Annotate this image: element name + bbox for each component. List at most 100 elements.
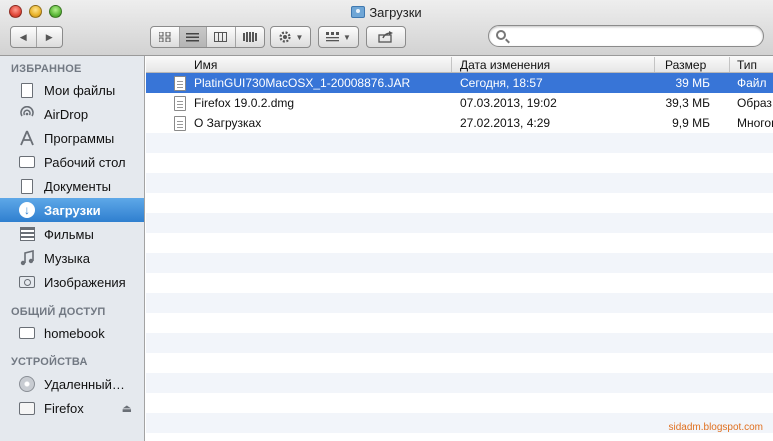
sidebar-header-favorites: ИЗБРАННОЕ bbox=[11, 63, 82, 75]
sidebar-item-label: Firefox bbox=[44, 400, 84, 416]
coverflow-view-button[interactable] bbox=[236, 27, 264, 47]
watermark-text: sidadm.blogspot.com bbox=[668, 422, 764, 433]
back-arrow-icon: ◀ bbox=[19, 31, 27, 42]
file-list: Имя Дата изменения Размер Тип PlatinGUI7… bbox=[146, 56, 773, 441]
sidebar-item-airdrop[interactable]: AirDrop bbox=[0, 102, 144, 126]
column-header-size[interactable]: Размер bbox=[665, 58, 706, 72]
finder-window: Загрузки ◀ ▶ ▼ ▼ ИЗБРАННОЕ Мои файлы Air… bbox=[0, 0, 773, 441]
back-button[interactable]: ◀ bbox=[11, 27, 37, 47]
file-date: 27.02.2013, 4:29 bbox=[460, 116, 551, 130]
sidebar-item-movies[interactable]: Фильмы bbox=[0, 222, 144, 246]
icon-view-icon bbox=[158, 32, 171, 42]
sidebar-item-label: AirDrop bbox=[44, 106, 89, 122]
file-size: 9,9 МБ bbox=[672, 116, 710, 130]
drive-icon bbox=[18, 400, 36, 416]
dmg-file-icon bbox=[174, 96, 186, 111]
sidebar-item-label: Фильмы bbox=[44, 226, 94, 242]
downloads-icon: ↓ bbox=[18, 202, 36, 218]
downloads-folder-icon bbox=[351, 6, 366, 18]
remote-disc-icon bbox=[18, 376, 36, 392]
sidebar-item-label: Изображения bbox=[44, 274, 126, 290]
sidebar-item-label: Рабочий стол bbox=[44, 154, 126, 170]
documents-icon bbox=[18, 178, 36, 194]
empty-row bbox=[146, 333, 773, 353]
icon-view-button[interactable] bbox=[151, 27, 180, 47]
file-kind: Образ bbox=[737, 96, 772, 110]
sidebar-item-documents[interactable]: Документы bbox=[0, 174, 144, 198]
sidebar-item-all-files[interactable]: Мои файлы bbox=[0, 78, 144, 102]
view-mode-control bbox=[150, 26, 265, 48]
arrange-grid-icon bbox=[326, 32, 340, 42]
toolbar: Загрузки ◀ ▶ ▼ ▼ bbox=[0, 0, 773, 56]
sidebar-item-remote-disc[interactable]: Удаленный… bbox=[0, 372, 144, 396]
gear-icon bbox=[278, 31, 291, 43]
sidebar-item-downloads[interactable]: ↓ Загрузки bbox=[0, 198, 144, 222]
sidebar-header-devices: УСТРОЙСТВА bbox=[11, 356, 88, 368]
computer-icon bbox=[18, 325, 36, 341]
forward-button[interactable]: ▶ bbox=[37, 27, 62, 47]
sidebar-item-label: Удаленный… bbox=[44, 376, 125, 392]
column-header-kind[interactable]: Тип bbox=[737, 58, 757, 72]
file-kind: Многов bbox=[737, 116, 773, 130]
sidebar-item-firefox-drive[interactable]: Firefox ⏏ bbox=[0, 396, 144, 420]
sidebar-item-pictures[interactable]: Изображения bbox=[0, 270, 144, 294]
sidebar-item-applications[interactable]: Программы bbox=[0, 126, 144, 150]
list-view-button[interactable] bbox=[179, 27, 208, 47]
arrange-menu-button[interactable]: ▼ bbox=[318, 26, 359, 48]
pictures-icon bbox=[18, 274, 36, 290]
sidebar-item-homebook[interactable]: homebook bbox=[0, 321, 144, 345]
action-menu-button[interactable]: ▼ bbox=[270, 26, 311, 48]
sidebar-item-label: Мои файлы bbox=[44, 82, 116, 98]
dropdown-arrow-icon: ▼ bbox=[343, 32, 351, 42]
column-header-row: Имя Дата изменения Размер Тип bbox=[146, 56, 773, 73]
jar-file-icon bbox=[174, 76, 186, 91]
window-title: Загрузки bbox=[0, 5, 773, 20]
airdrop-icon bbox=[18, 106, 36, 122]
sidebar-item-label: Музыка bbox=[44, 250, 90, 266]
sidebar-item-music[interactable]: Музыка bbox=[0, 246, 144, 270]
sidebar-item-label: homebook bbox=[44, 325, 105, 341]
empty-row bbox=[146, 373, 773, 393]
file-row[interactable]: О Загрузках 27.02.2013, 4:29 9,9 МБ Мног… bbox=[146, 113, 773, 133]
sidebar-header-shared: ОБЩИЙ ДОСТУП bbox=[11, 306, 106, 318]
share-icon bbox=[378, 31, 393, 43]
document-file-icon bbox=[174, 116, 186, 131]
file-size: 39,3 МБ bbox=[665, 96, 710, 110]
empty-row bbox=[146, 293, 773, 313]
empty-row bbox=[146, 173, 773, 193]
file-row[interactable]: Firefox 19.0.2.dmg 07.03.2013, 19:02 39,… bbox=[146, 93, 773, 113]
file-name: О Загрузках bbox=[194, 116, 262, 130]
music-icon bbox=[18, 250, 36, 266]
sidebar-item-label: Программы bbox=[44, 130, 115, 146]
sidebar-item-label: Загрузки bbox=[44, 202, 101, 218]
share-button[interactable] bbox=[366, 26, 406, 48]
empty-row bbox=[146, 213, 773, 233]
column-view-icon bbox=[214, 32, 228, 42]
file-date: 07.03.2013, 19:02 bbox=[460, 96, 557, 110]
search-icon bbox=[496, 30, 506, 40]
column-header-name[interactable]: Имя bbox=[194, 58, 217, 72]
dropdown-arrow-icon: ▼ bbox=[295, 32, 304, 42]
sidebar-item-desktop[interactable]: Рабочий стол bbox=[0, 150, 144, 174]
desktop-icon bbox=[18, 154, 36, 170]
search-field[interactable] bbox=[488, 25, 764, 47]
empty-row bbox=[146, 253, 773, 273]
window-title-text: Загрузки bbox=[369, 5, 422, 20]
file-name: Firefox 19.0.2.dmg bbox=[194, 96, 295, 110]
forward-arrow-icon: ▶ bbox=[45, 31, 53, 42]
applications-icon bbox=[18, 130, 36, 146]
file-kind: Файл bbox=[737, 76, 767, 90]
file-name: PlatinGUI730MacOSX_1-20008876.JAR bbox=[194, 76, 411, 90]
column-view-button[interactable] bbox=[207, 27, 236, 47]
file-date: Сегодня, 18:57 bbox=[460, 76, 543, 90]
column-header-date[interactable]: Дата изменения bbox=[460, 58, 550, 72]
file-row[interactable]: PlatinGUI730MacOSX_1-20008876.JAR Сегодн… bbox=[146, 73, 773, 93]
history-nav: ◀ ▶ bbox=[10, 26, 63, 48]
files-icon bbox=[18, 82, 36, 98]
empty-row bbox=[146, 133, 773, 153]
movies-icon bbox=[18, 226, 36, 242]
list-view-icon bbox=[186, 33, 200, 42]
sidebar-item-label: Документы bbox=[44, 178, 112, 194]
eject-icon[interactable]: ⏏ bbox=[122, 402, 132, 415]
coverflow-view-icon bbox=[242, 32, 257, 42]
